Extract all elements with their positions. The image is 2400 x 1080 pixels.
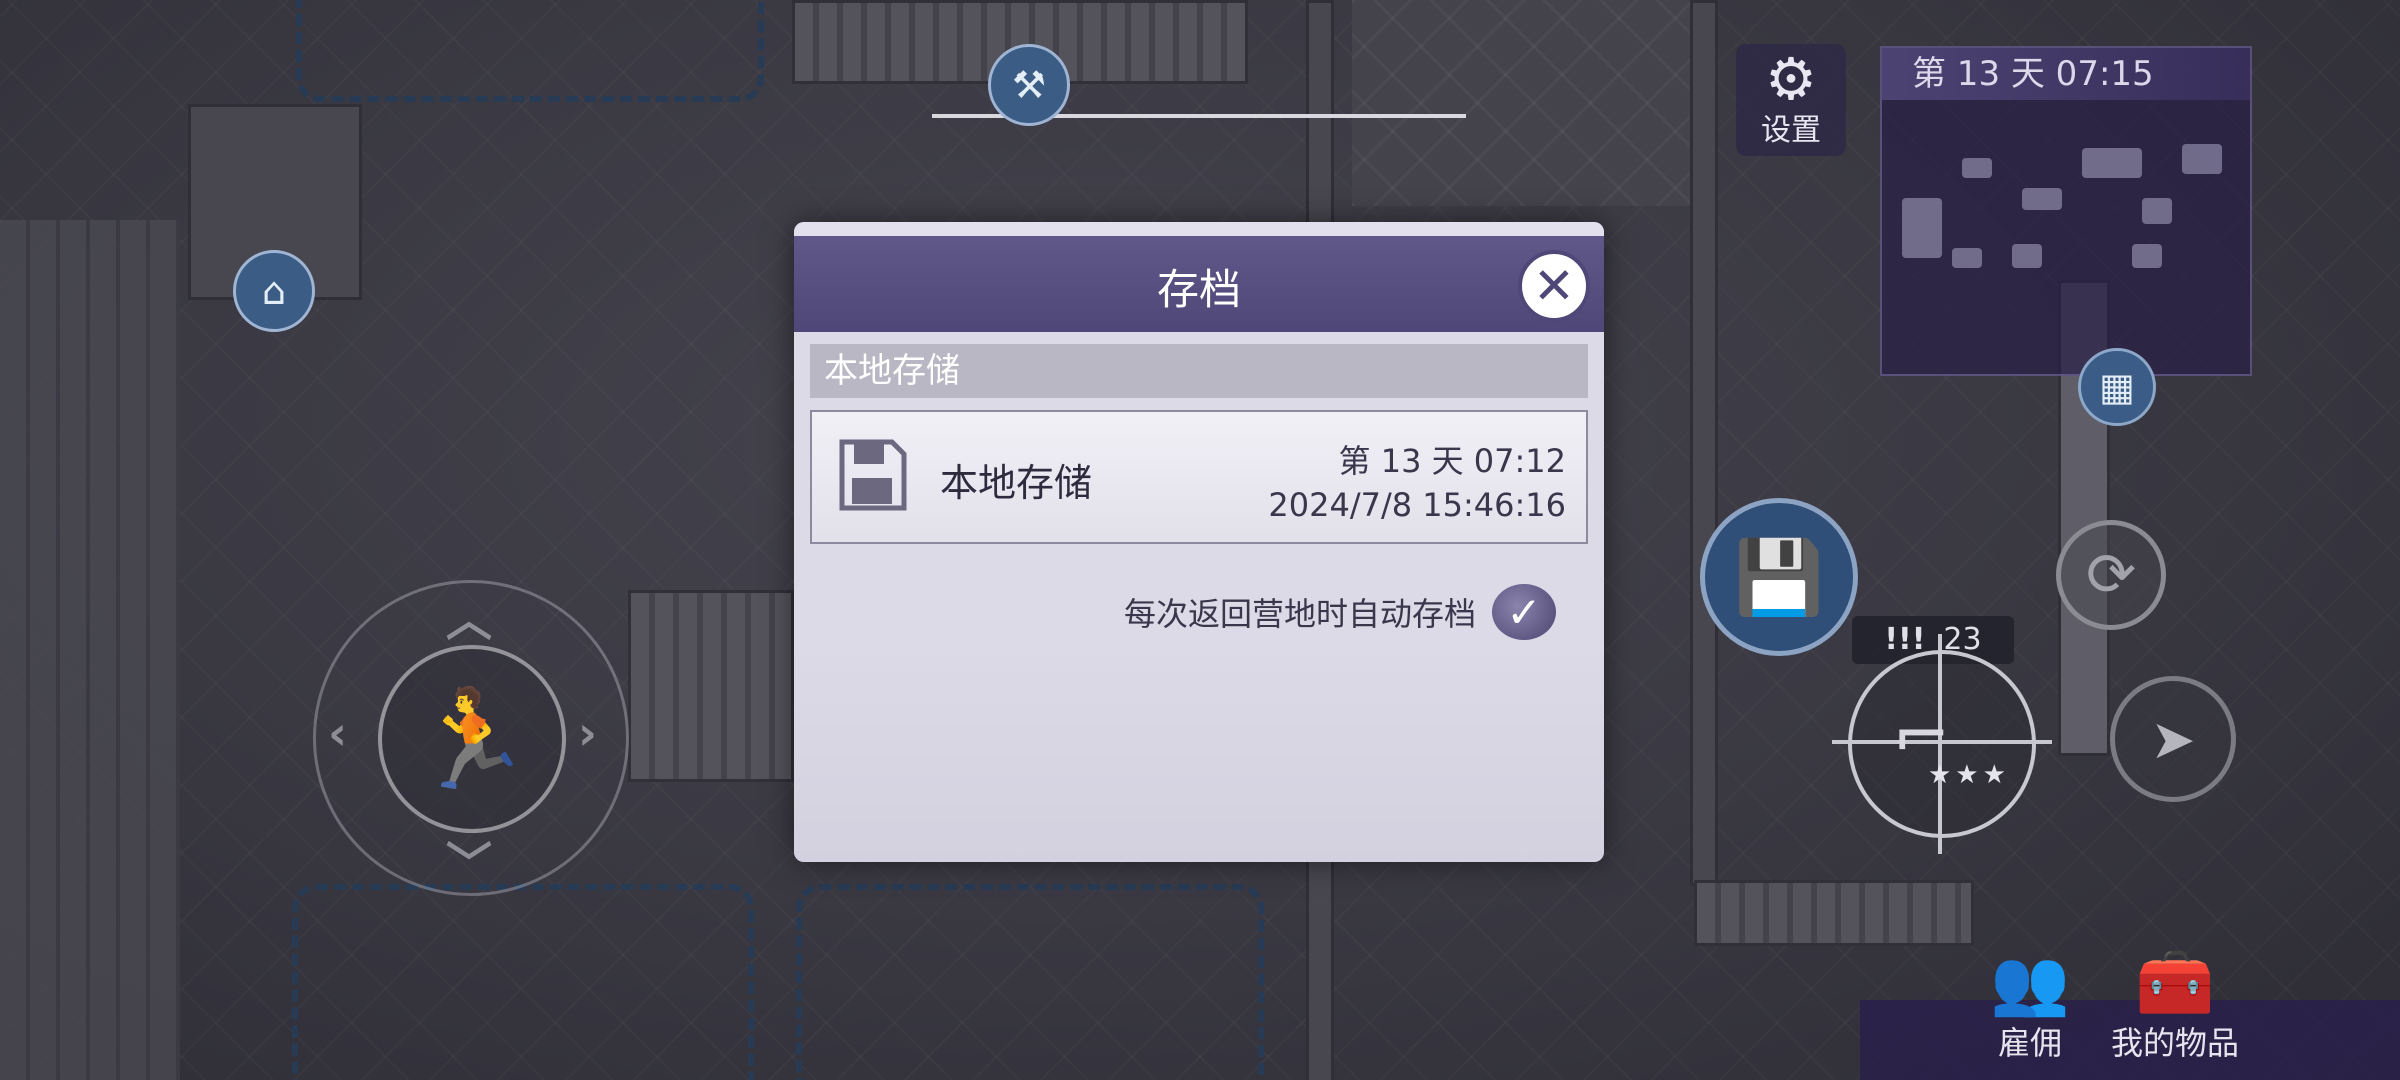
chevron-left-icon: ‹ — [328, 706, 347, 760]
hire-button[interactable]: 👥 雇佣 — [1970, 948, 2090, 1064]
chevron-up-icon: ︿ — [446, 593, 492, 647]
save-upload-icon: 💾 — [1734, 534, 1824, 619]
auto-save-checkbox[interactable]: ✓ — [1492, 584, 1556, 640]
attack-button[interactable]: ⌐ ★★★ — [1832, 634, 2052, 854]
sync-icon: ⟳ — [2085, 540, 2137, 610]
my-items-label: 我的物品 — [2110, 1024, 2239, 1062]
auto-save-option[interactable]: 每次返回营地时自动存档 ✓ — [1124, 584, 1556, 640]
my-items-button[interactable]: 🧰 我的物品 — [2100, 948, 2250, 1064]
chevron-right-icon: › — [578, 706, 597, 760]
slot-name: 本地存储 — [940, 461, 1093, 505]
dash-button[interactable]: ➤ — [2110, 676, 2236, 802]
quick-save-button[interactable]: 💾 — [1700, 498, 1858, 656]
gear-icon: ⚙ — [1765, 45, 1817, 113]
dialog-title: 存档 — [1156, 265, 1241, 314]
settings-label: 设置 — [1761, 113, 1821, 148]
day-time-display: 第 13 天 07:15 — [1882, 48, 2250, 100]
chest-icon: 🧰 — [2135, 946, 2215, 1020]
map-button[interactable]: ▦ — [2078, 348, 2156, 426]
farm-button[interactable]: ⚒ — [988, 44, 1070, 126]
minimap[interactable]: 第 13 天 07:15 — [1880, 46, 2252, 376]
map-icon: ▦ — [2099, 365, 2135, 409]
checkmark-icon: ✓ — [1506, 587, 1542, 637]
auto-save-label: 每次返回营地时自动存档 — [1123, 595, 1476, 633]
people-icon: 👥 — [1990, 946, 2070, 1020]
dog-house-button[interactable]: ⌂ — [233, 250, 315, 332]
section-label: 本地存储 — [810, 344, 1588, 398]
dash-icon: ➤ — [2150, 707, 2196, 771]
close-button[interactable]: ✕ — [1518, 250, 1590, 322]
hire-label: 雇佣 — [1997, 1024, 2062, 1062]
floppy-disk-icon — [839, 439, 907, 511]
dog-house-icon: ⌂ — [261, 269, 287, 313]
swap-button[interactable]: ⟳ — [2056, 520, 2166, 630]
running-man-icon: 🏃 — [412, 682, 532, 795]
settings-button[interactable]: ⚙ 设置 — [1736, 44, 1846, 156]
save-dialog: 存档 ✕ 本地存储 本地存储 第 13 天 07:12 2024/7/8 15:… — [794, 222, 1604, 862]
close-icon: ✕ — [1533, 257, 1575, 315]
slot-day-time: 第 13 天 07:12 — [1338, 442, 1566, 480]
slot-datetime: 2024/7/8 15:46:16 — [1268, 486, 1566, 524]
save-slot[interactable]: 本地存储 第 13 天 07:12 2024/7/8 15:46:16 — [810, 410, 1588, 544]
pitchfork-icon: ⚒ — [1011, 63, 1047, 107]
chevron-down-icon: ﹀ — [446, 837, 492, 891]
dialog-header: 存档 ✕ — [794, 222, 1604, 332]
weapon-rating: ★★★ — [1928, 760, 2010, 790]
movement-joystick[interactable]: 🏃 — [378, 645, 566, 833]
